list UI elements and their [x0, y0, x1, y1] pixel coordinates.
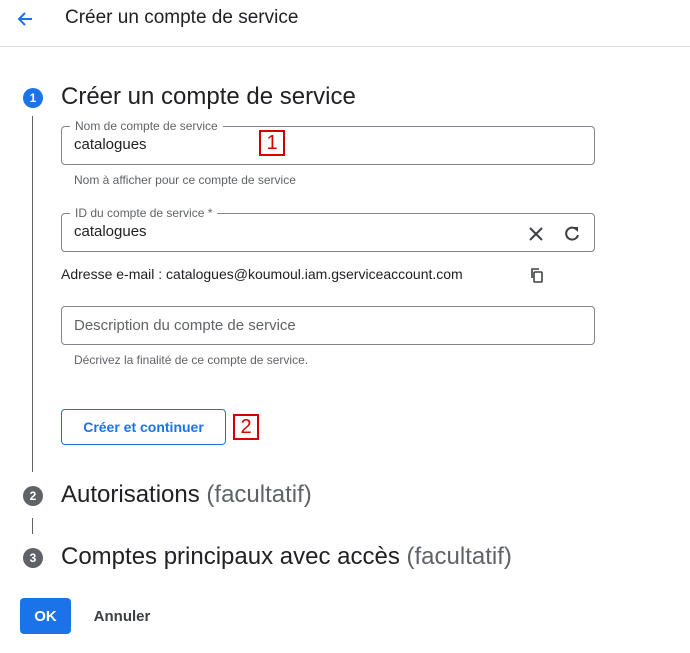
arrow-back-icon[interactable]	[12, 6, 38, 32]
name-field-label: Nom de compte de service	[70, 119, 223, 133]
name-field-hint: Nom à afficher pour ce compte de service	[74, 173, 296, 187]
service-account-name-field[interactable]: Nom de compte de service catalogues	[61, 119, 595, 165]
refresh-icon[interactable]	[560, 222, 584, 246]
step-1-title-text: Créer un compte de service	[61, 83, 356, 110]
close-icon[interactable]	[524, 222, 548, 246]
id-field-label: ID du compte de service *	[70, 206, 218, 220]
cancel-button[interactable]: Annuler	[81, 598, 163, 634]
step-2-number: 2	[23, 486, 43, 506]
name-field-value: catalogues	[74, 136, 147, 153]
step-2-title[interactable]: Autorisations (facultatif)	[61, 481, 312, 509]
copy-icon[interactable]	[525, 263, 549, 287]
header-bar: Créer un compte de service	[0, 0, 690, 47]
step-connector	[32, 116, 33, 472]
step-connector	[32, 518, 33, 534]
step-3-number: 3	[23, 548, 43, 568]
step-3-title[interactable]: Comptes principaux avec accès (facultati…	[61, 543, 512, 571]
step-1-title: Créer un compte de service	[61, 83, 356, 111]
ok-button[interactable]: OK	[20, 598, 71, 634]
create-and-continue-button[interactable]: Créer et continuer	[61, 409, 226, 445]
annotation-2: 2	[233, 414, 259, 440]
step-2-optional: (facultatif)	[206, 481, 312, 508]
id-field-value: catalogues	[74, 223, 147, 240]
description-hint: Décrivez la finalité de ce compte de ser…	[74, 353, 309, 367]
page-title: Créer un compte de service	[65, 7, 299, 28]
service-account-id-field[interactable]: ID du compte de service * catalogues	[61, 206, 595, 252]
service-account-description-field[interactable]: Description du compte de service	[61, 306, 595, 345]
email-address: Adresse e-mail : catalogues@koumoul.iam.…	[61, 266, 463, 282]
step-1-number: 1	[23, 88, 43, 108]
description-placeholder: Description du compte de service	[74, 317, 296, 334]
annotation-1: 1	[259, 130, 285, 156]
step-3-title-text: Comptes principaux avec accès	[61, 543, 400, 570]
step-2-title-text: Autorisations	[61, 481, 200, 508]
step-3-optional: (facultatif)	[406, 543, 512, 570]
